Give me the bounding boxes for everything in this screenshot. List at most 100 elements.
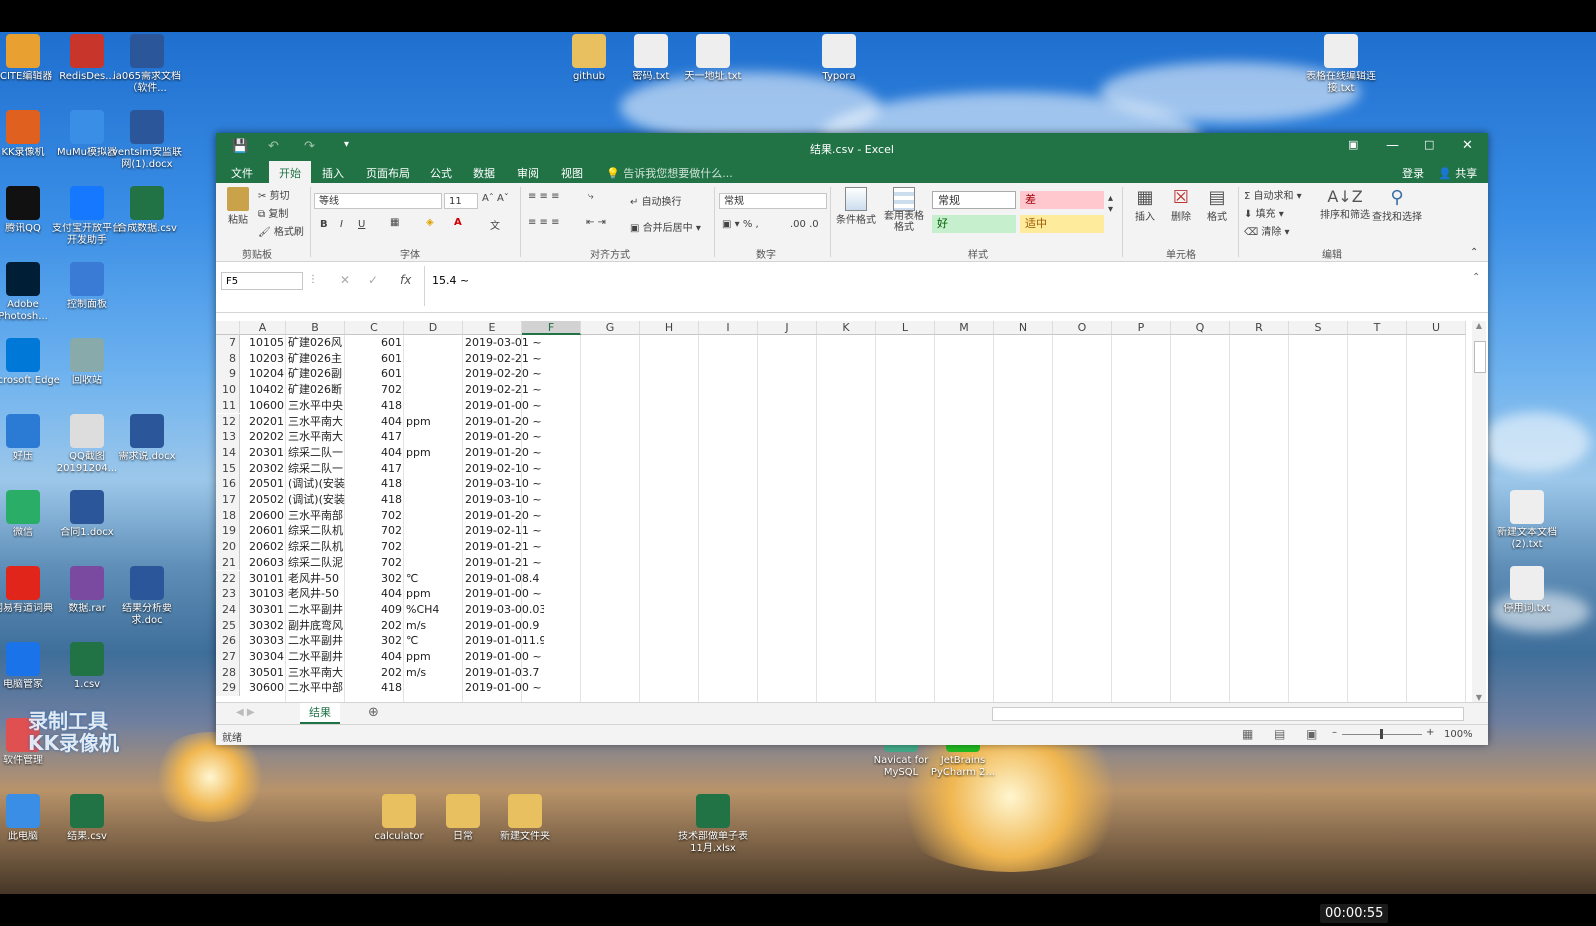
desktop-icon[interactable]: 控制面板 <box>50 262 124 311</box>
vertical-scrollbar[interactable]: ▲ ▼ <box>1472 321 1486 702</box>
tell-me-search[interactable]: 💡 告诉我您想要做什么... <box>606 165 733 181</box>
table-cell[interactable]: 三水平南大 <box>288 414 345 430</box>
desktop-icon[interactable]: 技术部做单子表11月.xlsx <box>676 794 750 855</box>
table-cell[interactable]: 2019-03-10 ~ <box>465 476 544 492</box>
row-header[interactable]: 12 <box>216 413 240 430</box>
insert-cells-button[interactable]: ▦ 插入 <box>1128 187 1162 223</box>
column-header[interactable]: U <box>1407 321 1466 335</box>
row-header[interactable]: 13 <box>216 429 240 445</box>
table-cell[interactable] <box>406 555 461 571</box>
table-cell[interactable]: 302 <box>347 571 402 587</box>
table-cell[interactable]: 2019-01-011.9 ~ <box>465 633 544 649</box>
zoom-slider-thumb[interactable] <box>1380 729 1383 739</box>
page-layout-view-icon[interactable]: ▤ <box>1274 727 1285 741</box>
find-select-button[interactable]: ⚲ 查找和选择 <box>1372 187 1422 223</box>
table-cell[interactable]: 20501 <box>242 476 284 492</box>
table-cell[interactable]: 418 <box>347 476 402 492</box>
column-header[interactable]: G <box>581 321 640 335</box>
tab-home[interactable]: 开始 <box>269 161 311 183</box>
table-cell[interactable]: 三水平中央 <box>288 398 345 414</box>
decimal-icon[interactable]: .00 .0 <box>790 219 819 230</box>
bold-button[interactable]: B <box>320 219 328 230</box>
table-cell[interactable]: 601 <box>347 366 402 382</box>
table-cell[interactable]: 30501 <box>242 665 284 681</box>
format-painter-button[interactable]: 🖌 格式刷 <box>258 223 304 238</box>
table-cell[interactable] <box>406 429 461 445</box>
table-cell[interactable]: 404 <box>347 586 402 602</box>
tab-file[interactable]: 文件 <box>231 165 253 181</box>
table-cell[interactable] <box>406 476 461 492</box>
table-cell[interactable]: 409 <box>347 602 402 618</box>
format-as-table-button[interactable]: 套用表格格式 <box>880 187 928 233</box>
tab-insert[interactable]: 插入 <box>322 165 344 181</box>
table-cell[interactable]: (调试)(安装 <box>288 476 345 492</box>
expand-formula-icon[interactable]: ⌃ <box>1472 272 1480 283</box>
table-cell[interactable]: 30103 <box>242 586 284 602</box>
table-cell[interactable]: 2019-01-00.9 ~ <box>465 618 544 634</box>
page-break-view-icon[interactable]: ▣ <box>1306 727 1317 741</box>
desktop-icon[interactable]: ia065需求文档（软件... <box>110 34 184 95</box>
normal-view-icon[interactable]: ▦ <box>1242 727 1253 741</box>
table-cell[interactable]: 702 <box>347 539 402 555</box>
desktop-icon[interactable]: 结果分析要求.doc <box>110 566 184 627</box>
row-header[interactable]: 8 <box>216 350 240 367</box>
delete-cells-button[interactable]: ☒ 删除 <box>1164 187 1198 223</box>
column-header[interactable]: I <box>699 321 758 335</box>
table-cell[interactable]: ppm <box>406 414 461 430</box>
sheet-nav-icon[interactable]: ◀ ▶ <box>236 707 255 718</box>
font-size-select[interactable]: 11 <box>444 193 478 209</box>
column-header[interactable]: J <box>758 321 817 335</box>
cancel-icon[interactable]: ✕ <box>340 273 350 287</box>
table-cell[interactable]: 20301 <box>242 445 284 461</box>
table-cell[interactable]: 三水平南大 <box>288 429 345 445</box>
desktop-icon[interactable]: 停用词.txt <box>1490 566 1564 615</box>
table-cell[interactable]: 综采二队一 <box>288 445 345 461</box>
desktop-icon[interactable]: 表格在线编辑连接.txt <box>1304 34 1378 95</box>
column-header[interactable]: K <box>817 321 876 335</box>
login-link[interactable]: 登录 <box>1402 165 1424 181</box>
name-box[interactable]: F5 <box>221 272 303 290</box>
table-cell[interactable]: 20601 <box>242 523 284 539</box>
ribbon-display-icon[interactable]: ▣ <box>1348 138 1358 151</box>
desktop-icon[interactable]: ventsim安监联网(1).docx <box>110 110 184 171</box>
table-cell[interactable]: 矿建026风 <box>288 335 345 351</box>
column-header[interactable]: O <box>1053 321 1112 335</box>
table-cell[interactable]: 30303 <box>242 633 284 649</box>
select-all-corner[interactable] <box>216 321 240 335</box>
table-cell[interactable]: (调试)(安装 <box>288 492 345 508</box>
number-format-select[interactable]: 常规 <box>719 193 827 209</box>
table-cell[interactable]: 老风井-50 <box>288 571 345 587</box>
desktop-icon[interactable]: 结果.csv <box>50 794 124 843</box>
merge-center-button[interactable]: ▣ 合并后居中 ▾ <box>630 219 701 234</box>
table-cell[interactable]: 2019-01-03.7 ~ <box>465 665 544 681</box>
zoom-out-icon[interactable]: – <box>1332 727 1337 738</box>
add-sheet-icon[interactable]: ⊕ <box>368 705 379 720</box>
indent-icon[interactable]: ⇤ ⇥ <box>586 217 606 228</box>
tab-page-layout[interactable]: 页面布局 <box>366 165 410 181</box>
conditional-formatting-button[interactable]: 条件格式 <box>834 187 878 226</box>
table-cell[interactable]: 702 <box>347 555 402 571</box>
table-cell[interactable]: 20302 <box>242 461 284 477</box>
column-header[interactable]: P <box>1112 321 1171 335</box>
row-header[interactable]: 25 <box>216 617 240 634</box>
style-good[interactable]: 好 <box>932 215 1016 233</box>
table-cell[interactable]: 2019-01-21 ~ <box>465 555 544 571</box>
table-cell[interactable] <box>406 461 461 477</box>
table-cell[interactable]: 601 <box>347 335 402 351</box>
tab-data[interactable]: 数据 <box>473 165 495 181</box>
table-cell[interactable]: 417 <box>347 429 402 445</box>
table-cell[interactable]: 二水平副井 <box>288 633 345 649</box>
desktop-icon[interactable]: 新建文件夹 <box>488 794 562 843</box>
row-header[interactable]: 26 <box>216 633 240 649</box>
align-top-icon[interactable]: ≡ ≡ ≡ <box>528 191 560 202</box>
table-cell[interactable]: 601 <box>347 351 402 367</box>
table-cell[interactable]: 10105 <box>242 335 284 351</box>
scroll-down-icon[interactable]: ▼ <box>1472 693 1486 702</box>
font-color-icon[interactable]: A <box>454 217 462 228</box>
table-cell[interactable]: 20502 <box>242 492 284 508</box>
desktop-icon[interactable]: 1.csv <box>50 642 124 691</box>
minimize-button[interactable]: — <box>1386 138 1399 153</box>
table-cell[interactable]: ℃ <box>406 571 461 587</box>
table-cell[interactable]: 2019-02-20 ~ <box>465 366 544 382</box>
scrollbar-thumb[interactable] <box>1474 341 1486 373</box>
